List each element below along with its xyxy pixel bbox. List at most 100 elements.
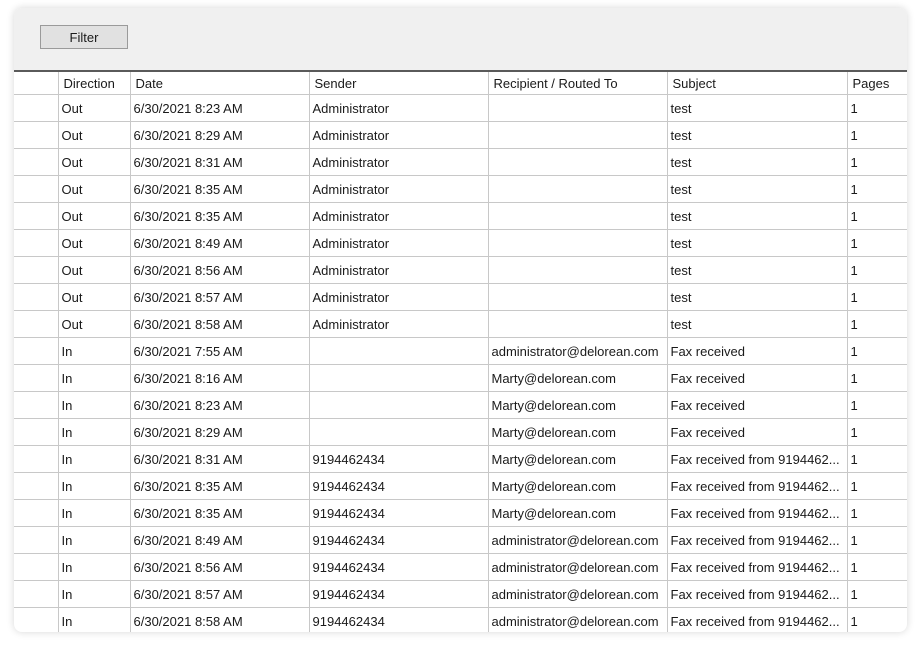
table-row[interactable]: Out 6/30/2021 8:31 AM Administrator test 1 — [14, 148, 907, 176]
cell-recipient[interactable]: administrator@delorean.com — [488, 580, 668, 608]
row-header-cell[interactable] — [14, 418, 59, 446]
cell-date[interactable]: 6/30/2021 8:29 AM — [130, 418, 310, 446]
cell-direction[interactable]: Out — [58, 256, 131, 284]
cell-recipient[interactable]: administrator@delorean.com — [488, 553, 668, 581]
cell-pages[interactable]: 1 — [847, 391, 907, 419]
cell-subject[interactable]: test — [667, 283, 848, 311]
cell-direction[interactable]: In — [58, 499, 131, 527]
cell-sender[interactable]: Administrator — [309, 283, 489, 311]
cell-direction[interactable]: In — [58, 418, 131, 446]
row-header-cell[interactable] — [14, 472, 59, 500]
cell-date[interactable]: 6/30/2021 8:35 AM — [130, 202, 310, 230]
cell-sender[interactable]: 9194462434 — [309, 553, 489, 581]
column-header-recipient[interactable]: Recipient / Routed To — [488, 72, 668, 95]
table-row[interactable]: Out 6/30/2021 8:56 AM Administrator test 1 — [14, 256, 907, 284]
cell-date[interactable]: 6/30/2021 8:23 AM — [130, 94, 310, 122]
cell-pages[interactable]: 1 — [847, 283, 907, 311]
cell-subject[interactable]: test — [667, 121, 848, 149]
row-header-cell[interactable] — [14, 175, 59, 203]
table-row[interactable]: In 6/30/2021 8:35 AM 9194462434 Marty@delor… — [14, 472, 907, 500]
cell-subject[interactable]: Fax received — [667, 364, 848, 392]
cell-date[interactable]: 6/30/2021 8:29 AM — [130, 121, 310, 149]
cell-pages[interactable]: 1 — [847, 580, 907, 608]
cell-direction[interactable]: In — [58, 580, 131, 608]
cell-recipient[interactable]: administrator@delorean.com — [488, 607, 668, 632]
cell-direction[interactable]: Out — [58, 175, 131, 203]
table-row[interactable]: In 6/30/2021 8:31 AM 9194462434 Marty@delor… — [14, 445, 907, 473]
cell-date[interactable]: 6/30/2021 8:57 AM — [130, 580, 310, 608]
row-header-cell[interactable] — [14, 202, 59, 230]
cell-recipient[interactable] — [488, 202, 668, 230]
cell-subject[interactable]: Fax received from 9194462... — [667, 472, 848, 500]
cell-direction[interactable]: In — [58, 472, 131, 500]
cell-pages[interactable]: 1 — [847, 175, 907, 203]
cell-subject[interactable]: test — [667, 229, 848, 257]
cell-subject[interactable]: test — [667, 202, 848, 230]
cell-direction[interactable]: In — [58, 364, 131, 392]
cell-recipient[interactable] — [488, 94, 668, 122]
cell-sender[interactable]: Administrator — [309, 94, 489, 122]
cell-pages[interactable]: 1 — [847, 337, 907, 365]
filter-button[interactable]: Filter — [40, 25, 128, 49]
cell-subject[interactable]: Fax received from 9194462... — [667, 499, 848, 527]
cell-pages[interactable]: 1 — [847, 310, 907, 338]
cell-pages[interactable]: 1 — [847, 553, 907, 581]
cell-pages[interactable]: 1 — [847, 121, 907, 149]
table-row[interactable]: Out 6/30/2021 8:23 AM Administrator test 1 — [14, 94, 907, 122]
cell-pages[interactable]: 1 — [847, 445, 907, 473]
cell-pages[interactable]: 1 — [847, 94, 907, 122]
cell-date[interactable]: 6/30/2021 8:31 AM — [130, 445, 310, 473]
cell-sender[interactable]: 9194462434 — [309, 472, 489, 500]
cell-pages[interactable]: 1 — [847, 364, 907, 392]
cell-recipient[interactable]: administrator@delorean.com — [488, 526, 668, 554]
cell-recipient[interactable]: Marty@delorean.com — [488, 499, 668, 527]
cell-recipient[interactable] — [488, 283, 668, 311]
row-header-cell[interactable] — [14, 445, 59, 473]
row-header-cell[interactable] — [14, 337, 59, 365]
cell-pages[interactable]: 1 — [847, 418, 907, 446]
row-header-cell[interactable] — [14, 283, 59, 311]
cell-direction[interactable]: In — [58, 337, 131, 365]
cell-pages[interactable]: 1 — [847, 526, 907, 554]
cell-date[interactable]: 6/30/2021 8:35 AM — [130, 472, 310, 500]
column-header-date[interactable]: Date — [130, 72, 310, 95]
cell-sender[interactable] — [309, 337, 489, 365]
table-row[interactable]: Out 6/30/2021 8:29 AM Administrator test 1 — [14, 121, 907, 149]
cell-subject[interactable]: Fax received — [667, 337, 848, 365]
cell-subject[interactable]: test — [667, 256, 848, 284]
cell-recipient[interactable] — [488, 310, 668, 338]
cell-sender[interactable]: Administrator — [309, 148, 489, 176]
cell-sender[interactable]: 9194462434 — [309, 445, 489, 473]
table-row[interactable]: Out 6/30/2021 8:49 AM Administrator test 1 — [14, 229, 907, 257]
cell-pages[interactable]: 1 — [847, 202, 907, 230]
row-header-cell[interactable] — [14, 310, 59, 338]
cell-date[interactable]: 6/30/2021 8:58 AM — [130, 607, 310, 632]
cell-recipient[interactable] — [488, 229, 668, 257]
cell-sender[interactable]: Administrator — [309, 256, 489, 284]
row-header-cell[interactable] — [14, 607, 59, 632]
cell-pages[interactable]: 1 — [847, 472, 907, 500]
cell-sender[interactable] — [309, 391, 489, 419]
cell-date[interactable]: 6/30/2021 8:31 AM — [130, 148, 310, 176]
cell-date[interactable]: 6/30/2021 8:49 AM — [130, 229, 310, 257]
cell-direction[interactable]: In — [58, 391, 131, 419]
row-header-cell[interactable] — [14, 580, 59, 608]
cell-recipient[interactable] — [488, 175, 668, 203]
cell-sender[interactable]: Administrator — [309, 175, 489, 203]
cell-subject[interactable]: Fax received — [667, 418, 848, 446]
row-header-cell[interactable] — [14, 526, 59, 554]
cell-date[interactable]: 6/30/2021 8:49 AM — [130, 526, 310, 554]
table-row[interactable]: In 6/30/2021 8:49 AM 9194462434 administrat… — [14, 526, 907, 554]
row-header-cell[interactable] — [14, 499, 59, 527]
cell-direction[interactable]: In — [58, 445, 131, 473]
table-row[interactable]: Out 6/30/2021 8:35 AM Administrator test 1 — [14, 175, 907, 203]
cell-recipient[interactable]: administrator@delorean.com — [488, 337, 668, 365]
cell-pages[interactable]: 1 — [847, 256, 907, 284]
cell-sender[interactable] — [309, 364, 489, 392]
cell-sender[interactable]: Administrator — [309, 121, 489, 149]
cell-direction[interactable]: Out — [58, 283, 131, 311]
cell-subject[interactable]: Fax received from 9194462... — [667, 607, 848, 632]
cell-recipient[interactable] — [488, 121, 668, 149]
cell-direction[interactable]: Out — [58, 94, 131, 122]
cell-date[interactable]: 6/30/2021 8:35 AM — [130, 499, 310, 527]
